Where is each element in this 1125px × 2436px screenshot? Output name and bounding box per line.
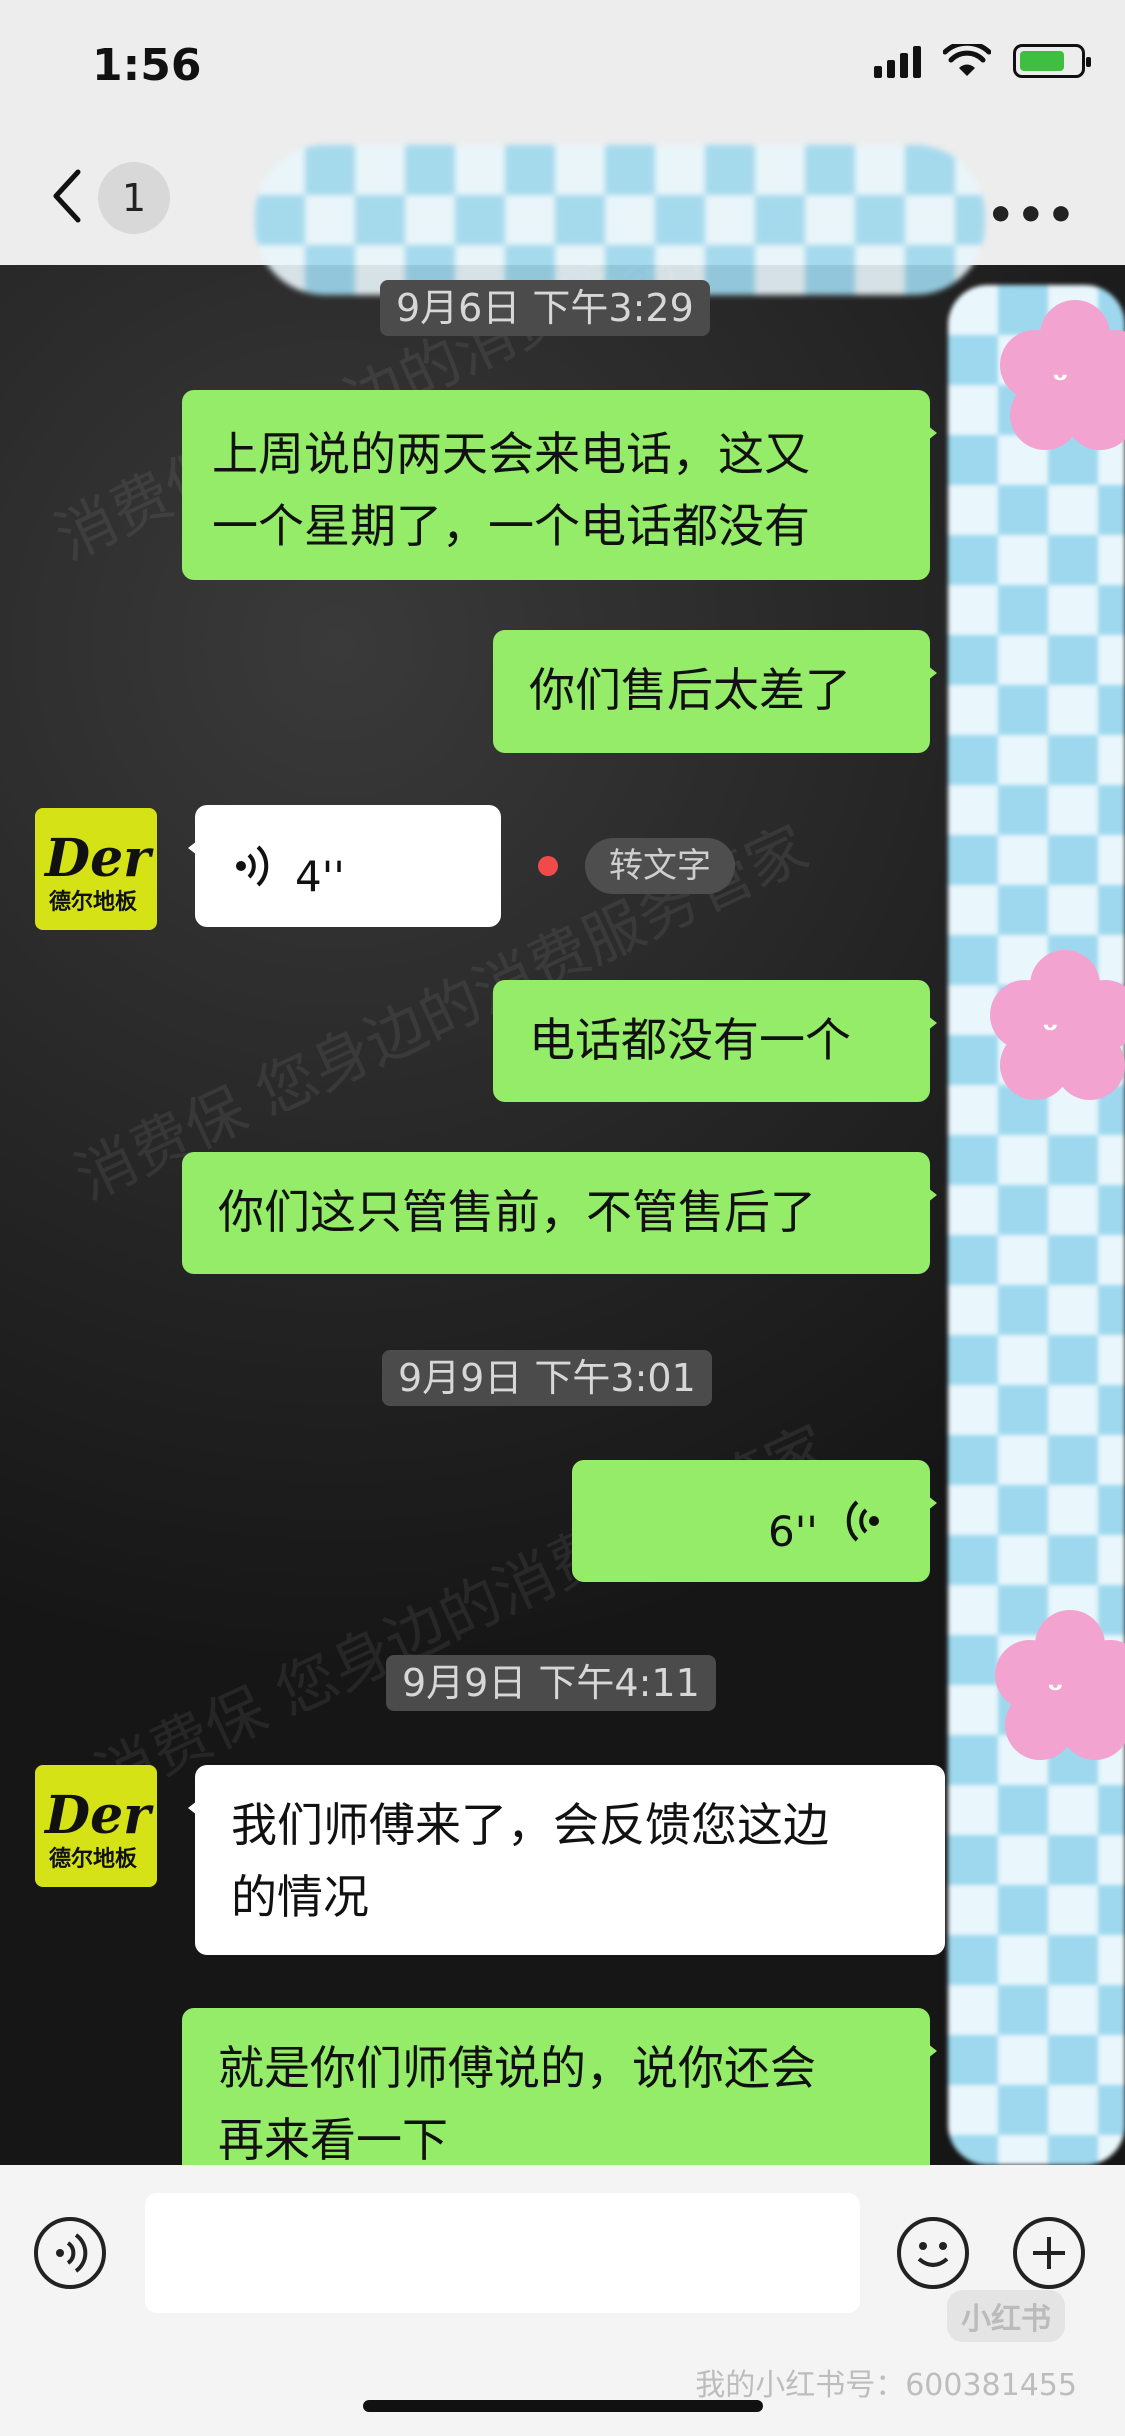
avatar-sub: 德尔地板 [49, 890, 138, 915]
message-bubble[interactable]: 你们这只管售前，不管售后了 [182, 1152, 937, 1274]
message-line: 你们售后太差了 [529, 663, 851, 717]
emoji-button[interactable] [897, 2217, 969, 2289]
voice-wave-icon [56, 2233, 88, 2273]
decorative-sticker [255, 145, 985, 295]
voice-wave-icon [236, 845, 269, 887]
unread-dot [538, 856, 558, 876]
flower-sticker-icon: ᵕ [1000, 300, 1125, 450]
flower-sticker-icon: ᵕ [995, 1610, 1125, 1760]
message-line: 我们师傅来了，会反馈您这边 [231, 1798, 829, 1852]
message-line: 一个星期了，一个电话都没有 [212, 499, 810, 553]
smile-icon [917, 2242, 949, 2267]
message-bubble[interactable]: 上周说的两天会来电话，这又 一个星期了，一个电话都没有 [182, 390, 937, 580]
status-time: 1:56 [92, 40, 202, 91]
avatar[interactable]: Der 德尔地板 [35, 808, 157, 930]
more-button[interactable]: ••• [987, 190, 1077, 241]
avatar-sub: 德尔地板 [49, 1847, 138, 1872]
voice-message[interactable]: 4'' [188, 805, 501, 927]
timestamp: 9月6日 下午3:29 [380, 280, 710, 336]
voice-input-button[interactable] [34, 2217, 106, 2289]
avatar-logo: Der [45, 1785, 151, 1846]
voice-duration: 4'' [295, 852, 345, 901]
account-id: 我的小红书号：600381455 [695, 2368, 1077, 2403]
voice-message[interactable]: 6'' [572, 1460, 937, 1582]
timestamp: 9月9日 下午3:01 [382, 1350, 712, 1406]
status-icons [874, 44, 1091, 78]
back-icon[interactable] [48, 168, 88, 224]
timestamp: 9月9日 下午4:11 [386, 1655, 716, 1711]
message-line: 电话都没有一个 [529, 1013, 851, 1067]
wifi-icon [943, 44, 991, 76]
xiaohongshu-logo: 小红书 [947, 2290, 1065, 2342]
message-line: 的情况 [231, 1870, 369, 1924]
message-bubble[interactable]: 电话都没有一个 [493, 980, 937, 1102]
message-input[interactable] [145, 2193, 860, 2313]
unread-count-badge[interactable]: 1 [98, 162, 170, 234]
message-line: 上周说的两天会来电话，这又 [212, 427, 810, 481]
message-line: 就是你们师傅说的，说你还会 [218, 2041, 816, 2095]
battery-icon [1013, 44, 1091, 78]
message-bubble[interactable]: 你们售后太差了 [493, 630, 937, 753]
flower-sticker-icon: ᵕ [990, 950, 1125, 1100]
voice-duration: 6'' [768, 1507, 818, 1556]
message-line: 你们这只管售前，不管售后了 [218, 1185, 816, 1239]
avatar-logo: Der [45, 828, 151, 889]
cellular-signal-icon [874, 44, 921, 78]
add-button[interactable] [1013, 2217, 1085, 2289]
avatar[interactable]: Der 德尔地板 [35, 1765, 157, 1887]
message-bubble[interactable]: 我们师傅来了，会反馈您这边 的情况 [188, 1765, 945, 1955]
plus-icon [1033, 2237, 1065, 2269]
convert-to-text-button[interactable]: 转文字 [585, 838, 735, 894]
home-indicator[interactable] [363, 2400, 763, 2412]
voice-wave-icon [846, 1500, 879, 1542]
decorative-sticker [948, 285, 1125, 2165]
